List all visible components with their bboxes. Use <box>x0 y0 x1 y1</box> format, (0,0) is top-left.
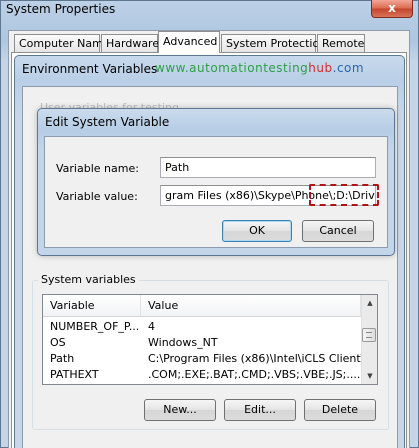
edit-button[interactable]: Edit... <box>224 399 296 421</box>
system-variables-label: System variables <box>38 273 139 286</box>
watermark-part: .com <box>332 61 365 75</box>
variable-name-label: Variable name: <box>56 162 139 175</box>
column-header-variable[interactable]: Variable <box>43 295 141 317</box>
environment-variables-title: Environment Variables <box>22 62 158 76</box>
variable-cell: Path <box>50 352 75 365</box>
scroll-down-icon[interactable]: ▼ <box>362 368 378 384</box>
cancel-button[interactable]: Cancel <box>302 220 374 242</box>
watermark-part: hub <box>308 61 333 75</box>
tab-hardware[interactable]: Hardware <box>101 34 159 53</box>
edit-system-variable-title: Edit System Variable <box>45 115 170 129</box>
variable-cell: NUMBER_OF_P... <box>50 320 140 333</box>
value-cell: .COM;.EXE;.BAT;.CMD;.VBS;.VBE;.JS;.... <box>148 368 361 381</box>
variable-cell: OS <box>50 336 66 349</box>
value-cell: 4 <box>148 320 155 333</box>
tab-system-protection[interactable]: System Protection <box>221 34 326 53</box>
variable-name-field[interactable]: Path <box>160 157 376 178</box>
delete-button[interactable]: Delete <box>304 399 376 421</box>
tab-computer-name[interactable]: Computer Name <box>14 34 110 53</box>
close-icon[interactable]: x <box>371 0 413 18</box>
watermark-part: www.automationtesting <box>155 61 309 75</box>
scrollbar-thumb[interactable] <box>362 328 376 342</box>
column-header-value[interactable]: Value <box>141 295 361 317</box>
variable-cell: PATHEXT <box>50 368 99 381</box>
variable-value-label: Variable value: <box>56 190 138 203</box>
value-cell: Windows_NT <box>148 336 218 349</box>
tab-remote[interactable]: Remote <box>317 34 365 53</box>
highlight-annotation <box>309 184 379 206</box>
value-cell: C:\Program Files (x86)\Intel\iCLS Client… <box>148 352 361 365</box>
system-properties-title: System Properties <box>6 2 116 16</box>
scroll-up-icon[interactable]: ▲ <box>362 295 378 311</box>
watermark: www.automationtestinghub.com <box>155 61 364 75</box>
ok-button[interactable]: OK <box>222 220 292 242</box>
new-button[interactable]: New... <box>144 399 216 421</box>
tab-advanced[interactable]: Advanced <box>158 31 220 53</box>
